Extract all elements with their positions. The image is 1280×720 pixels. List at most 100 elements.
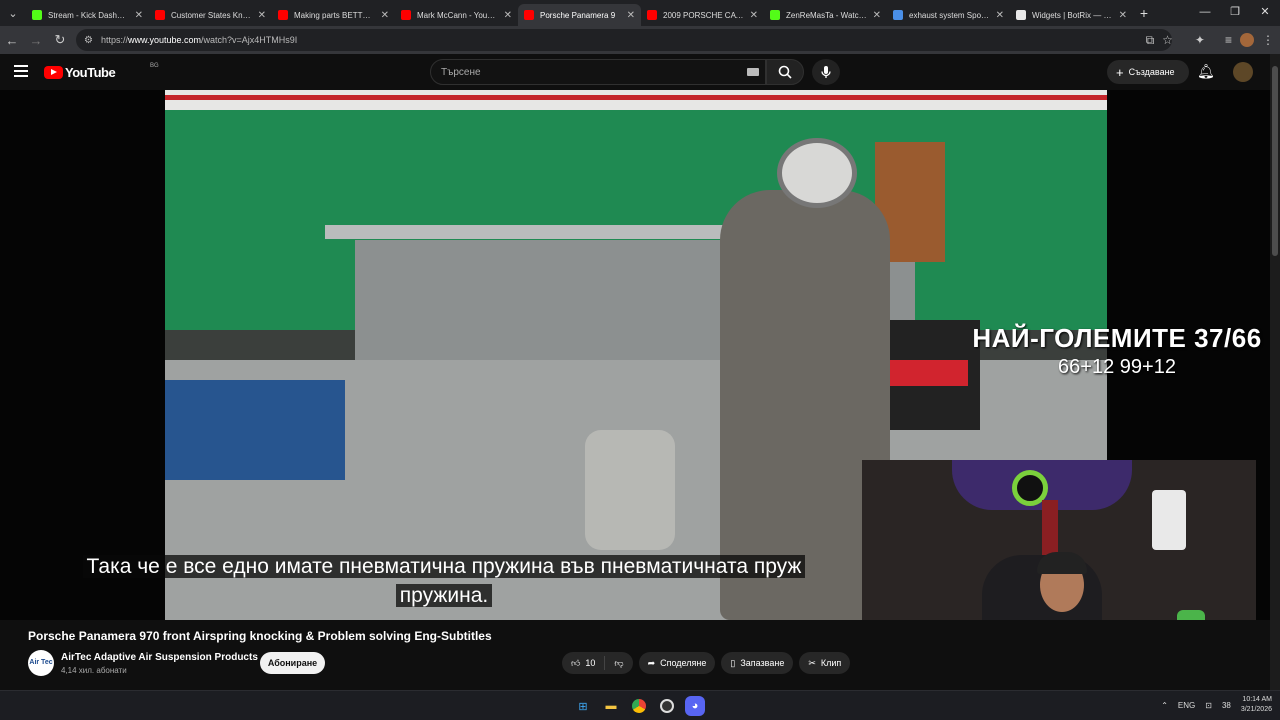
tab-list: Stream - Kick Dashboard ✕ Customer States … <box>26 0 1133 26</box>
maximize-button[interactable]: ❐ <box>1220 0 1250 26</box>
url-path: /watch?v=Ajx4HTMHs9I <box>201 35 298 45</box>
minimize-button[interactable]: — <box>1190 0 1220 26</box>
tab-search-menu[interactable]: ⌄ <box>0 0 26 26</box>
video-player[interactable]: НАЙ-ГОЛЕМИТЕ 37/66 66+12 99+12 Така че е… <box>0 90 1270 620</box>
tab-close-icon[interactable]: ✕ <box>627 10 635 21</box>
url-prefix: https:// <box>100 35 128 45</box>
browser-tab[interactable]: exhaust system Sport ve ✕ <box>887 4 1010 26</box>
address-toolbar: ← → ↻ ⚙ https://www.youtube.com/watch?v=… <box>0 26 1280 54</box>
save-button[interactable]: ▯ Запазване <box>721 652 794 674</box>
url-field[interactable]: ⚙ https://www.youtube.com/watch?v=Ajx4HT… <box>76 29 1172 51</box>
tab-close-icon[interactable]: ✕ <box>258 10 266 21</box>
tab-favicon-icon <box>155 10 165 20</box>
browser-tab[interactable]: Porsche Panamera 9 ✕ <box>518 4 641 26</box>
tab-close-icon[interactable]: ✕ <box>135 10 143 21</box>
subtitle-line-1: Така че е все едно имате пневматична пру… <box>82 555 806 578</box>
tab-close-icon[interactable]: ✕ <box>381 10 389 21</box>
chrome-icon[interactable] <box>629 696 649 716</box>
media-control-icon[interactable]: ≡ <box>1225 33 1232 47</box>
subscribe-button[interactable]: Абониране <box>260 652 325 674</box>
extensions-icon[interactable]: ✦ <box>1195 33 1205 47</box>
tab-title: ZenReMasTa - Watch the <box>786 10 867 20</box>
install-app-icon[interactable]: ⧉ <box>1146 33 1155 48</box>
dislike-button[interactable]: 👎︎ <box>605 658 632 669</box>
windows-start-icon[interactable]: ⊞ <box>573 696 593 716</box>
tab-favicon-icon <box>647 10 657 20</box>
new-tab-button[interactable]: + <box>1133 5 1155 21</box>
tab-close-icon[interactable]: ✕ <box>996 10 1004 21</box>
action-bar: 👍︎ 10 👎︎ ➦ Споделяне ▯ Запазване ✂ Клип <box>562 652 851 674</box>
video-subtitles: Така че е все едно имате пневматична пру… <box>26 552 862 610</box>
file-explorer-icon[interactable]: ▬ <box>601 696 621 716</box>
keyboard-icon[interactable] <box>747 68 759 76</box>
browser-tab[interactable]: Customer States Knocking ✕ <box>149 4 272 26</box>
browser-tab[interactable]: Stream - Kick Dashboard ✕ <box>26 4 149 26</box>
create-button[interactable]: + Създаване <box>1107 60 1189 84</box>
browser-menu-icon[interactable]: ⋮ <box>1262 33 1274 47</box>
country-code: BG <box>150 63 159 69</box>
youtube-logo[interactable]: YouTube BG <box>44 63 159 80</box>
tab-title: exhaust system Sport ve <box>909 10 990 20</box>
search-placeholder: Търсене <box>441 66 481 78</box>
guide-menu-icon[interactable] <box>14 65 28 77</box>
share-button[interactable]: ➦ Споделяне <box>638 652 716 674</box>
share-label: Споделяне <box>660 658 707 668</box>
tab-favicon-icon <box>401 10 411 20</box>
channel-avatar[interactable]: Air Tec <box>28 650 54 676</box>
browser-tab[interactable]: Making parts BETTER than ✕ <box>272 4 395 26</box>
browser-tab[interactable]: 2009 PORSCHE CAYENNE ✕ <box>641 4 764 26</box>
logo-text: YouTube <box>65 65 116 80</box>
tab-title: Widgets | BotRix — Clou <box>1032 10 1113 20</box>
search-button[interactable] <box>766 59 804 85</box>
tab-close-icon[interactable]: ✕ <box>750 10 758 21</box>
scrollbar-thumb[interactable] <box>1272 66 1278 256</box>
profile-avatar[interactable] <box>1240 33 1254 47</box>
wall-stripe <box>165 95 1107 100</box>
subtitle-line-2: пружина. <box>395 584 493 607</box>
tray-badge[interactable]: 38 <box>1222 701 1231 710</box>
tray-overflow-icon[interactable]: ⌃ <box>1161 701 1168 710</box>
thumbs-up-icon: 👍︎ <box>571 657 581 668</box>
clock[interactable]: 10:14 AM 3/21/2026 <box>1241 695 1272 715</box>
like-dislike-group: 👍︎ 10 👎︎ <box>562 652 633 674</box>
tab-title: Mark McCann - YouTube <box>417 10 498 20</box>
page-scrollbar[interactable] <box>1270 54 1280 690</box>
toolbar-actions: ⧉ ☆ ✦ ≡ ⋮ <box>1146 26 1274 54</box>
obs-icon[interactable] <box>657 696 677 716</box>
voice-search-button[interactable] <box>812 59 840 85</box>
account-avatar[interactable] <box>1233 62 1253 82</box>
network-icon[interactable]: ⊡ <box>1205 701 1212 710</box>
tab-close-icon[interactable]: ✕ <box>1119 10 1127 21</box>
green-bottle <box>1177 610 1205 620</box>
channel-name[interactable]: AirTec Adaptive Air Suspension Products <box>61 652 258 663</box>
tab-close-icon[interactable]: ✕ <box>504 10 512 21</box>
browser-tab[interactable]: Widgets | BotRix — Clou ✕ <box>1010 4 1133 26</box>
tab-favicon-icon <box>893 10 903 20</box>
streamer-cap <box>1037 552 1087 574</box>
clock-time: 10:14 AM <box>1242 696 1272 703</box>
bookmark-star-icon[interactable]: ☆ <box>1162 33 1173 47</box>
language-indicator[interactable]: ENG <box>1178 701 1195 710</box>
discord-icon[interactable]: ◕ <box>685 696 705 716</box>
back-icon[interactable]: ← <box>0 33 24 48</box>
share-icon: ➦ <box>647 657 656 668</box>
like-button[interactable]: 👍︎ 10 <box>562 656 606 670</box>
clip-button[interactable]: ✂ Клип <box>799 652 851 674</box>
tab-title: 2009 PORSCHE CAYENNE <box>663 10 744 20</box>
video-meta: Porsche Panamera 970 front Airspring kno… <box>0 620 1270 690</box>
system-tray: ⌃ ENG ⊡ 38 10:14 AM 3/21/2026 <box>1161 695 1272 715</box>
browser-tab[interactable]: ZenReMasTa - Watch the ✕ <box>764 4 887 26</box>
site-info-icon[interactable]: ⚙ <box>84 35 93 46</box>
search-input[interactable]: Търсене <box>430 59 766 85</box>
forward-icon[interactable]: → <box>24 33 48 48</box>
reload-icon[interactable]: ↻ <box>48 32 72 48</box>
browser-tab-strip: ⌄ Stream - Kick Dashboard ✕ Customer State… <box>0 0 1280 26</box>
pressure-gauge <box>777 138 857 208</box>
browser-tab[interactable]: Mark McCann - YouTube ✕ <box>395 4 518 26</box>
tab-close-icon[interactable]: ✕ <box>873 10 881 21</box>
metal-cylinder <box>585 430 675 550</box>
close-window-button[interactable]: ✕ <box>1250 0 1280 26</box>
tab-favicon-icon <box>278 10 288 20</box>
window-controls: — ❐ ✕ <box>1190 0 1280 26</box>
notifications-bell-icon[interactable]: 🔔︎ <box>1197 63 1215 80</box>
